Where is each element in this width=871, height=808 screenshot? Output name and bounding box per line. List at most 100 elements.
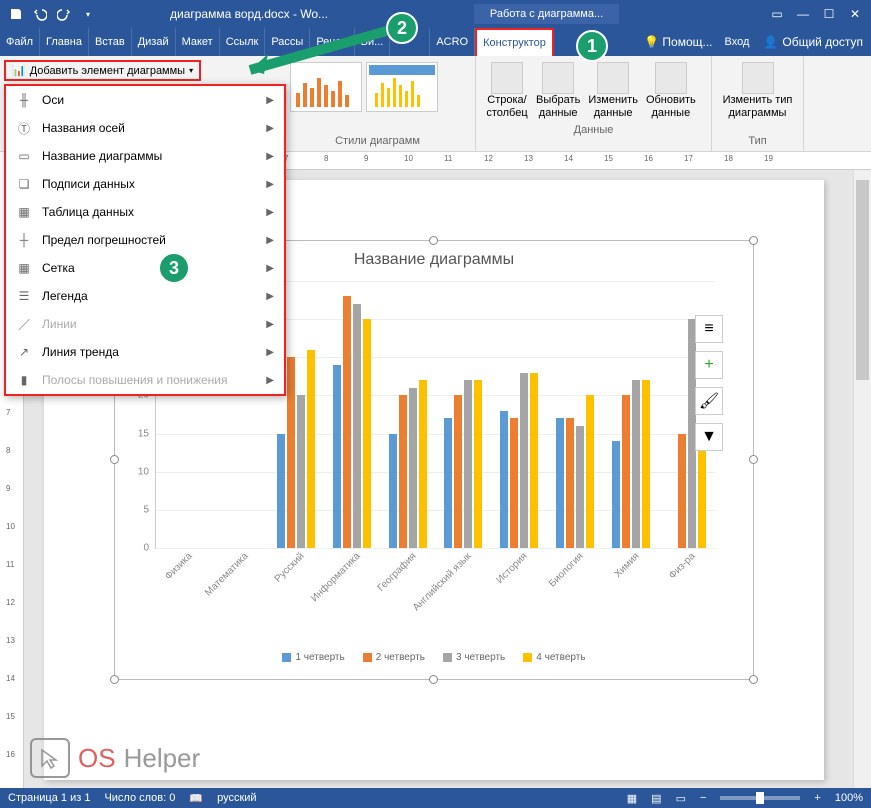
select-data-button[interactable]: Выбрать данные — [532, 58, 584, 124]
bar-group[interactable]: История — [491, 281, 547, 548]
chart-filter-button[interactable]: ▼ — [695, 423, 723, 451]
legend-item[interactable]: 2 четверть — [363, 652, 425, 663]
view-web-icon[interactable]: ▭ — [676, 792, 686, 805]
bar[interactable] — [287, 357, 295, 548]
bar[interactable] — [409, 388, 417, 548]
zoom-out-icon[interactable]: − — [700, 792, 706, 804]
scroll-thumb[interactable] — [856, 180, 869, 380]
zoom-in-icon[interactable]: + — [814, 792, 820, 804]
save-icon[interactable] — [4, 2, 28, 26]
zoom-level[interactable]: 100% — [835, 792, 863, 804]
bar[interactable] — [632, 380, 640, 548]
bar[interactable] — [333, 365, 341, 548]
add-chart-element-button[interactable]: 📊 Добавить элемент диаграммы ▾ — [4, 60, 201, 81]
chart-title-icon: ▭ — [16, 148, 32, 164]
bar[interactable] — [389, 434, 397, 548]
bar[interactable] — [586, 395, 594, 548]
resize-handle[interactable] — [429, 675, 438, 684]
dropdown-item-error-bars[interactable]: ┼Предел погрешностей▶ — [6, 226, 284, 254]
dropdown-item-axis-titles[interactable]: ⓉНазвания осей▶ — [6, 114, 284, 142]
dropdown-item-trendline[interactable]: ↗Линия тренда▶ — [6, 338, 284, 366]
bar[interactable] — [444, 418, 452, 548]
minimize-icon[interactable]: — — [791, 2, 815, 26]
legend-item[interactable]: 3 четверть — [443, 652, 505, 663]
bar[interactable] — [530, 373, 538, 548]
bar[interactable] — [474, 380, 482, 548]
resize-handle[interactable] — [110, 675, 119, 684]
dropdown-item-legend[interactable]: ☰Легенда▶ — [6, 282, 284, 310]
tab-insert[interactable]: Встав — [89, 28, 132, 56]
refresh-data-button[interactable]: Обновить данные — [642, 58, 700, 124]
scrollbar-vertical[interactable] — [853, 170, 871, 788]
close-icon[interactable]: ✕ — [843, 2, 867, 26]
bar[interactable] — [399, 395, 407, 548]
bar[interactable] — [343, 296, 351, 548]
chart-elements-button[interactable]: + — [695, 351, 723, 379]
tab-acrobat[interactable]: ACRO — [430, 28, 475, 56]
bar[interactable] — [353, 304, 361, 548]
language-status[interactable]: русский — [217, 792, 256, 804]
bar-group[interactable]: География — [380, 281, 436, 548]
view-print-icon[interactable]: ▦ — [627, 792, 637, 805]
tab-design[interactable]: Дизай — [132, 28, 176, 56]
bar[interactable] — [622, 395, 630, 548]
tab-constructor[interactable]: Конструктор — [475, 28, 554, 56]
bar[interactable] — [454, 395, 462, 548]
dropdown-item-chart-title[interactable]: ▭Название диаграммы▶ — [6, 142, 284, 170]
undo-icon[interactable] — [28, 2, 52, 26]
bar[interactable] — [612, 441, 620, 548]
bar[interactable] — [464, 380, 472, 548]
bar-group[interactable]: Химия — [603, 281, 659, 548]
chart-styles-button[interactable]: ≡ — [695, 315, 723, 343]
word-count[interactable]: Число слов: 0 — [104, 792, 175, 804]
bar-group[interactable]: Английский язык — [436, 281, 492, 548]
view-read-icon[interactable]: ▤ — [651, 792, 661, 805]
qat-dropdown-icon[interactable]: ▾ — [76, 2, 100, 26]
bar[interactable] — [576, 426, 584, 548]
tab-layout[interactable]: Макет — [176, 28, 220, 56]
bar[interactable] — [566, 418, 574, 548]
legend-item[interactable]: 4 четверть — [523, 652, 585, 663]
bar[interactable] — [363, 319, 371, 548]
tab-file[interactable]: Файл — [0, 28, 40, 56]
bar[interactable] — [297, 395, 305, 548]
resize-handle[interactable] — [749, 675, 758, 684]
resize-handle[interactable] — [749, 236, 758, 245]
bar[interactable] — [556, 418, 564, 548]
bar[interactable] — [520, 373, 528, 548]
resize-handle[interactable] — [749, 455, 758, 464]
tell-me[interactable]: 💡 Помощ... — [638, 35, 718, 49]
bar[interactable] — [678, 434, 686, 548]
redo-icon[interactable] — [52, 2, 76, 26]
tab-home[interactable]: Главна — [40, 28, 89, 56]
bar[interactable] — [419, 380, 427, 548]
bar-group[interactable]: Информатика — [324, 281, 380, 548]
zoom-thumb[interactable] — [756, 792, 764, 804]
dropdown-item-grid[interactable]: ▦Сетка▶ — [6, 254, 284, 282]
ribbon-options-icon[interactable]: ▭ — [765, 2, 789, 26]
share-button[interactable]: 👤Общий доступ — [755, 35, 871, 49]
resize-handle[interactable] — [110, 455, 119, 464]
edit-data-button[interactable]: Изменить данные — [584, 58, 642, 124]
chart-legend[interactable]: 1 четверть 2 четверть 3 четверть 4 четверть — [115, 652, 753, 663]
maximize-icon[interactable]: ☐ — [817, 2, 841, 26]
bar[interactable] — [307, 350, 315, 548]
change-chart-type-button[interactable]: Изменить тип диаграммы — [718, 58, 797, 124]
legend-item[interactable]: 1 четверть — [282, 652, 344, 663]
bar[interactable] — [510, 418, 518, 548]
bar[interactable] — [642, 380, 650, 548]
signin-link[interactable]: Вход — [719, 28, 756, 56]
dropdown-item-axes[interactable]: ╫Оси▶ — [6, 86, 284, 114]
bar[interactable] — [500, 411, 508, 548]
resize-handle[interactable] — [429, 236, 438, 245]
zoom-slider[interactable] — [720, 796, 800, 800]
chart-format-button[interactable]: 🖌 — [695, 387, 723, 415]
select-data-label: Выбрать данные — [536, 94, 580, 120]
spellcheck-icon[interactable]: 📖 — [189, 792, 203, 805]
bar[interactable] — [277, 434, 285, 548]
dropdown-item-data-labels[interactable]: ❏Подписи данных▶ — [6, 170, 284, 198]
switch-row-col-button[interactable]: Строка/ столбец — [482, 58, 532, 124]
dropdown-item-data-table[interactable]: ▦Таблица данных▶ — [6, 198, 284, 226]
page-status[interactable]: Страница 1 из 1 — [8, 792, 90, 804]
bar-group[interactable]: Биология — [547, 281, 603, 548]
